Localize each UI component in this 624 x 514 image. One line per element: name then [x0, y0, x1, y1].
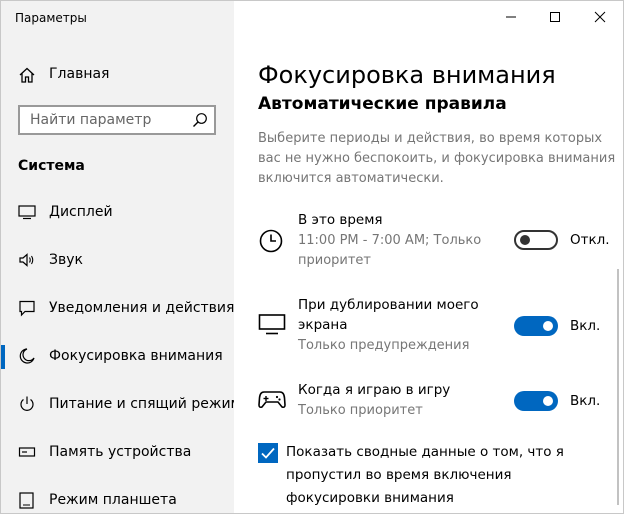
search-input[interactable]	[20, 107, 180, 133]
summary-checkbox[interactable]	[258, 443, 278, 463]
minimize-icon	[505, 8, 517, 27]
sidebar-item-label: Уведомления и действия	[49, 300, 235, 316]
sidebar-item-label: Питание и спящий режим	[49, 396, 242, 412]
duplicating-display-toggle[interactable]	[514, 316, 558, 336]
moon-icon	[18, 347, 36, 365]
sidebar-item-label: Главная	[49, 66, 110, 82]
maximize-icon	[549, 8, 561, 27]
toggle-state-label: Вкл.	[570, 318, 601, 334]
minimize-button[interactable]	[488, 1, 534, 33]
selection-indicator	[1, 345, 5, 369]
window-title: Параметры	[15, 11, 87, 25]
scheduled-time-toggle[interactable]	[514, 230, 558, 250]
rule-title: Когда я играю в игру	[298, 382, 451, 398]
maximize-button[interactable]	[532, 1, 578, 33]
toggle-knob	[543, 396, 553, 406]
page-title: Фокусировка внимания	[258, 61, 556, 89]
sidebar-item-label: Дисплей	[49, 204, 113, 220]
speaker-icon	[18, 251, 36, 269]
rule-title: В это время	[298, 212, 383, 228]
section-description: Выберите периоды и действия, во время ко…	[258, 131, 616, 186]
search-box[interactable]	[18, 105, 216, 135]
sidebar-item-sound[interactable]: Звук	[1, 243, 234, 279]
home-icon	[18, 66, 36, 84]
rule-subtitle: Только предупреждения	[298, 338, 470, 353]
toggle-knob	[520, 235, 530, 245]
sidebar-section-title: Система	[18, 158, 85, 174]
checkmark-icon	[261, 447, 275, 459]
notification-icon	[18, 299, 36, 317]
close-icon	[594, 8, 606, 27]
display-icon	[18, 203, 36, 221]
sidebar-item-focus-assist[interactable]: Фокусировка внимания	[1, 339, 234, 375]
sidebar-item-label: Память устройства	[49, 444, 192, 460]
close-button[interactable]	[577, 1, 623, 33]
rule-subtitle: Только приоритет	[298, 403, 423, 418]
sidebar-item-tablet[interactable]: Режим планшета	[1, 483, 234, 513]
playing-game-toggle[interactable]	[514, 391, 558, 411]
rule-playing-game[interactable]: Когда я играю в игру Только приоритет Вк…	[258, 380, 618, 444]
settings-window: Параметры Главная Система Дисплей Звук	[0, 0, 624, 514]
scrollbar[interactable]	[617, 269, 619, 505]
rule-scheduled-time[interactable]: В это время 11:00 PM - 7:00 AM; Только п…	[258, 210, 618, 274]
sidebar-item-home[interactable]: Главная	[1, 59, 234, 89]
sidebar-item-notifications[interactable]: Уведомления и действия	[1, 291, 234, 327]
section-heading: Автоматические правила	[258, 94, 507, 114]
tablet-icon	[18, 491, 36, 509]
gamepad-icon	[258, 388, 286, 416]
sidebar: Параметры Главная Система Дисплей Звук	[1, 1, 241, 513]
sidebar-item-display[interactable]: Дисплей	[1, 195, 234, 231]
toggle-state-label: Откл.	[570, 232, 610, 248]
monitor-icon	[258, 311, 286, 339]
toggle-state-label: Вкл.	[570, 393, 601, 409]
sidebar-item-label: Фокусировка внимания	[49, 348, 223, 364]
toggle-knob	[543, 321, 553, 331]
rule-duplicating-display[interactable]: При дублировании моего экрана Только пре…	[258, 295, 618, 359]
storage-icon	[18, 443, 36, 461]
sidebar-item-label: Режим планшета	[49, 492, 177, 508]
main-content: Фокусировка внимания Автоматические прав…	[234, 1, 623, 513]
sidebar-item-storage[interactable]: Память устройства	[1, 435, 234, 471]
summary-checkbox-label: Показать сводные данные о том, что я про…	[286, 444, 564, 506]
search-icon[interactable]	[192, 112, 208, 128]
rule-title: При дублировании моего экрана	[298, 297, 479, 333]
clock-icon	[258, 228, 286, 256]
rule-subtitle: 11:00 PM - 7:00 AM; Только приоритет	[298, 233, 482, 268]
sidebar-item-power[interactable]: Питание и спящий режим	[1, 387, 241, 423]
sidebar-item-label: Звук	[49, 252, 83, 268]
power-icon	[18, 395, 36, 413]
